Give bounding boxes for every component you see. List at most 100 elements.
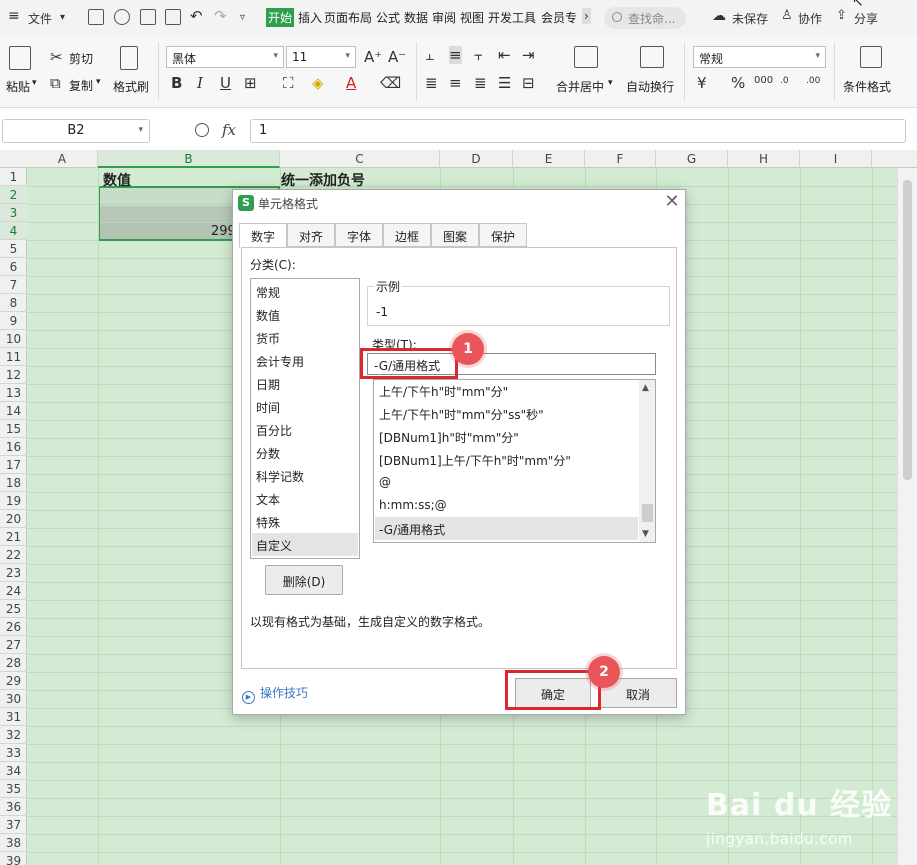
category-item[interactable]: 时间 [252,395,358,418]
row-header-2[interactable]: 2 [0,186,27,204]
row-header-21[interactable]: 21 [0,528,27,546]
row-header-27[interactable]: 27 [0,636,27,654]
save-icon[interactable] [88,9,104,25]
scroll-down-icon[interactable]: ▼ [642,529,649,539]
border-icon[interactable]: ⊞ [244,74,257,92]
increase-decimal-icon[interactable]: .0 [780,72,789,90]
tab-pattern[interactable]: 图案 [431,223,479,247]
row-header-16[interactable]: 16 [0,438,27,456]
align-left-icon[interactable]: ≣ [425,74,438,92]
tab-protection[interactable]: 保护 [479,223,527,247]
type-item[interactable]: 上午/下午h"时"mm"分" [375,380,638,402]
row-header-11[interactable]: 11 [0,348,27,366]
row-header-35[interactable]: 35 [0,780,27,798]
fill-color-icon[interactable]: ◈ [312,74,324,92]
row-header-34[interactable]: 34 [0,762,27,780]
column-header-g[interactable]: G [656,150,728,168]
column-header-c[interactable]: C [280,150,440,168]
scrollbar-thumb[interactable] [903,180,912,480]
row-header-15[interactable]: 15 [0,420,27,438]
tab-font[interactable]: 字体 [335,223,383,247]
unsaved-status[interactable]: 未保存 [732,10,768,27]
category-item[interactable]: 日期 [252,372,358,395]
tab-border[interactable]: 边框 [383,223,431,247]
chevron-down-icon[interactable]: ▾ [60,12,65,23]
column-header-e[interactable]: E [513,150,585,168]
category-item[interactable]: 特殊 [252,510,358,533]
chevron-down-icon[interactable]: ▾ [608,78,613,88]
category-item[interactable]: 数值 [252,303,358,326]
tab-page-layout[interactable]: 页面布局 [324,9,372,26]
row-header-20[interactable]: 20 [0,510,27,528]
type-list-scrollbar[interactable]: ▲ ▼ [639,380,655,542]
print-preview-icon[interactable] [165,9,181,25]
type-item[interactable]: [DBNum1]上午/下午h"时"mm"分" [375,448,638,471]
tab-alignment[interactable]: 对齐 [287,223,335,247]
search-box[interactable]: 查找命... [604,7,686,29]
font-color-icon[interactable]: A [346,74,356,92]
align-center-icon[interactable]: ≡ [449,74,462,92]
theme-icon[interactable]: ⛶ [283,74,294,92]
copy-button[interactable]: 复制 [69,77,93,94]
type-item[interactable]: 上午/下午h"时"mm"分"ss"秒" [375,402,638,425]
cell-B1[interactable]: 数值 [103,170,131,190]
row-header-9[interactable]: 9 [0,312,27,330]
column-header-b[interactable]: B [98,150,280,168]
tab-home[interactable]: 开始 [266,8,295,27]
row-header-18[interactable]: 18 [0,474,27,492]
row-header-33[interactable]: 33 [0,744,27,762]
tab-review[interactable]: 审阅 [432,9,456,26]
row-header-26[interactable]: 26 [0,618,27,636]
category-item[interactable]: 文本 [252,487,358,510]
font-size-select[interactable]: 11 ▾ [286,46,356,68]
currency-icon[interactable]: ¥ [697,74,707,92]
formula-input[interactable]: 1 [250,119,906,143]
chevron-down-icon[interactable]: ▾ [96,77,101,87]
column-header-h[interactable]: H [728,150,800,168]
scrollbar-thumb[interactable] [642,504,653,522]
vertical-scrollbar[interactable] [897,168,917,865]
hamburger-icon[interactable]: ≡ [8,8,20,24]
conditional-format-button[interactable]: 条件格式 [843,78,891,95]
tab-member[interactable]: 会员专 [541,9,577,26]
row-header-12[interactable]: 12 [0,366,27,384]
row-header-25[interactable]: 25 [0,600,27,618]
row-header-1[interactable]: 1 [0,168,27,186]
zoom-icon[interactable] [195,123,209,137]
row-header-31[interactable]: 31 [0,708,27,726]
row-header-36[interactable]: 36 [0,798,27,816]
underline-icon[interactable]: U [220,74,231,92]
category-item[interactable]: 自定义 [252,533,358,556]
justify-icon[interactable]: ☰ [498,74,511,92]
cut-button[interactable]: 剪切 [69,50,93,67]
row-header-32[interactable]: 32 [0,726,27,744]
type-item[interactable]: @ [375,471,638,494]
fx-icon[interactable]: fx [222,121,236,139]
type-item[interactable]: -G/通用格式 [375,517,638,540]
indent-decrease-icon[interactable]: ⇤ [498,46,511,64]
chevron-down-icon[interactable]: ▾ [32,78,37,88]
row-header-37[interactable]: 37 [0,816,27,834]
dialog-titlebar[interactable]: S 单元格格式 ✕ [233,190,685,216]
row-header-19[interactable]: 19 [0,492,27,510]
name-box[interactable]: B2 ▾ [2,119,150,143]
decrease-font-icon[interactable]: A⁻ [388,48,406,66]
category-item[interactable]: 常规 [252,280,358,303]
export-icon[interactable] [114,9,130,25]
collab-button[interactable]: 协作 [798,10,822,27]
align-top-icon[interactable]: ⫠ [425,46,434,64]
distributed-icon[interactable]: ⊟ [522,74,535,92]
merge-center-button[interactable]: 合并居中 [556,78,604,95]
percent-icon[interactable]: % [731,74,745,92]
column-header-d[interactable]: D [440,150,513,168]
row-header-22[interactable]: 22 [0,546,27,564]
category-item[interactable]: 分数 [252,441,358,464]
row-header-38[interactable]: 38 [0,834,27,852]
scroll-up-icon[interactable]: ▲ [642,383,649,393]
wrap-text-button[interactable]: 自动换行 [626,78,674,95]
row-header-4[interactable]: 4 [0,222,27,240]
font-name-select[interactable]: 黑体 ▾ [166,46,284,68]
column-header-f[interactable]: F [585,150,656,168]
row-header-7[interactable]: 7 [0,276,27,294]
number-format-select[interactable]: 常规 ▾ [693,46,826,68]
